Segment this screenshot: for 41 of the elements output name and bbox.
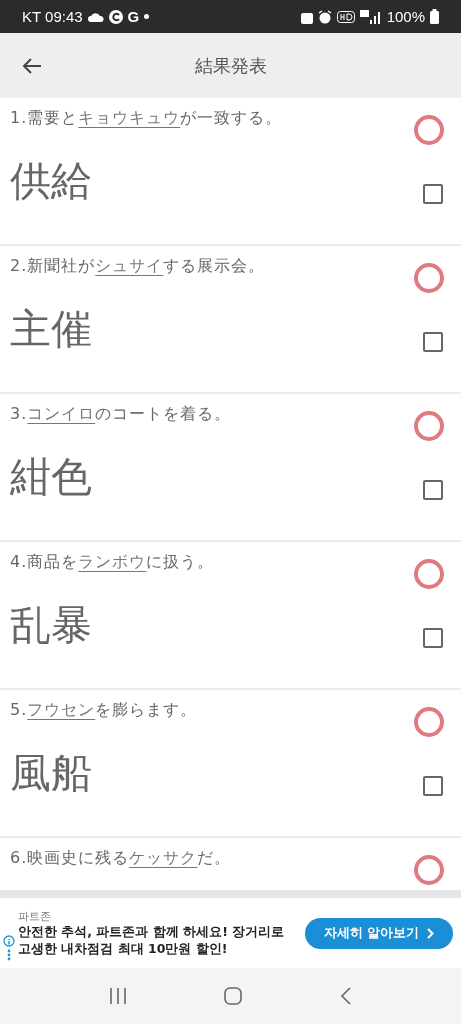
home-icon[interactable] [224, 987, 243, 1005]
ad-info-icon[interactable] [3, 935, 15, 961]
recent-apps-icon[interactable] [108, 988, 127, 1004]
battery-percent: 100% [386, 8, 425, 25]
hd-icon [336, 10, 355, 23]
answer-text: 風船 [10, 748, 92, 799]
checkbox[interactable] [423, 775, 443, 796]
circle-icon [413, 114, 445, 146]
battery-icon [430, 9, 439, 24]
checkbox[interactable] [423, 331, 443, 352]
circle-icon [413, 558, 445, 590]
back-icon[interactable] [340, 987, 353, 1005]
question-text: 2.新聞社がシュサイ する展示会。 [10, 256, 266, 277]
chevron-right-icon [427, 927, 435, 939]
screen-title: 結果発表 [194, 53, 267, 78]
circle-c-icon [108, 9, 123, 24]
checkbox[interactable] [423, 627, 443, 648]
google-icon: G [127, 8, 140, 25]
circle-icon [413, 262, 445, 294]
circle-icon [413, 854, 445, 886]
ad-text: 안전한 추석, 파트존과 함께 하세요! 장거리로 고생한 내차점검 최대 10만원 할인! [18, 923, 286, 958]
circle-icon [413, 706, 445, 738]
dot-icon [144, 14, 150, 19]
signal-icon [359, 9, 382, 24]
learn-more-button[interactable]: 자세히 알아보기 [305, 917, 453, 949]
question-text: 4.商品をランボウ に扱う。 [10, 552, 215, 573]
answer-text: 紺色 [10, 452, 92, 503]
answer-text: 乱暴 [10, 600, 92, 651]
question-text: 5.フウセン を膨らます。 [10, 700, 198, 721]
answer-text: 供給 [10, 156, 92, 207]
checkbox[interactable] [423, 479, 443, 500]
alarm-icon [317, 9, 332, 24]
carrier-time: KT 09:43 [22, 8, 83, 25]
question-text: 6.映画史に残るケッサク だ。 [10, 848, 232, 869]
question-text: 3.コンイロ のコートを着る。 [10, 404, 232, 425]
answer-text: 主催 [10, 304, 92, 355]
cloud-icon [87, 11, 104, 22]
question-text: 1.需要と キョウキュウが一致する。 [10, 108, 283, 129]
advertiser-name: 파트존 [18, 908, 52, 924]
checkbox[interactable] [423, 183, 443, 204]
circle-icon [413, 410, 445, 442]
